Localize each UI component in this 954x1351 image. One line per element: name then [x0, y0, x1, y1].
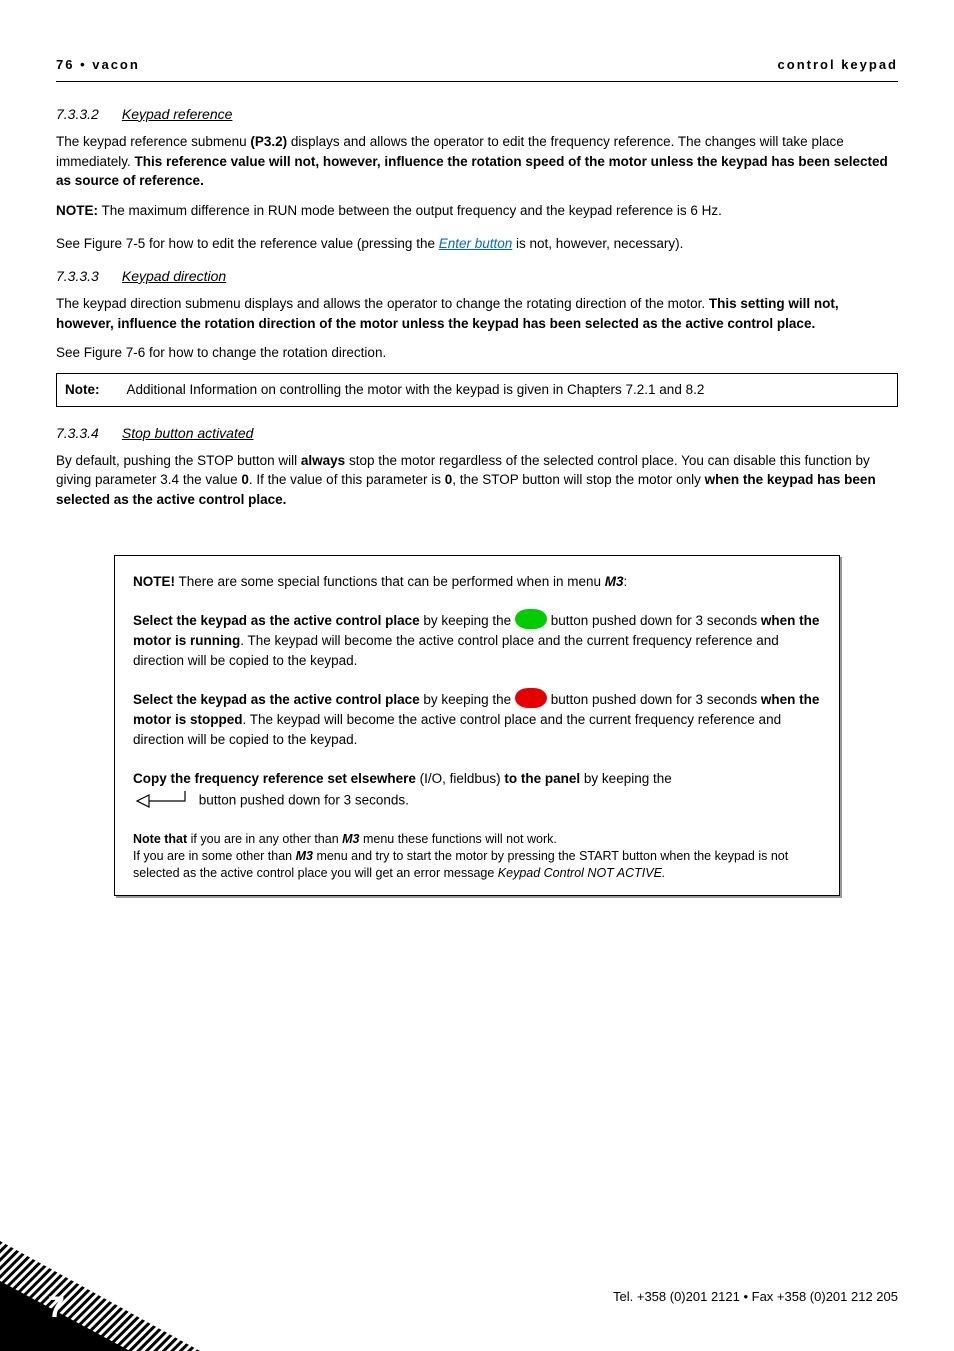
- section-title: Keypad direction: [122, 268, 226, 284]
- box-line-4: Copy the frequency reference set elsewhe…: [133, 769, 821, 813]
- box-line-1: NOTE! There are some special functions t…: [133, 572, 821, 592]
- s1-note: NOTE: The maximum difference in RUN mode…: [56, 201, 898, 221]
- chapter-number: 7: [48, 1286, 65, 1330]
- section-number: 7.3.3.3: [56, 266, 118, 286]
- special-functions-note-box: NOTE! There are some special functions t…: [114, 555, 840, 896]
- footer-contact: Tel. +358 (0)201 2121 • Fax +358 (0)201 …: [613, 1288, 898, 1307]
- enter-arrow-icon: [135, 789, 189, 813]
- section-number: 7.3.3.2: [56, 104, 118, 124]
- start-button-icon: [515, 609, 547, 629]
- section-title: Stop button activated: [122, 425, 254, 441]
- s3-paragraph-1: By default, pushing the STOP button will…: [56, 451, 898, 510]
- box-line-56: Note that if you are in any other than M…: [133, 831, 821, 882]
- header-rule: [56, 81, 898, 82]
- stop-button-icon: [515, 688, 547, 708]
- box-line-3: Select the keypad as the active control …: [133, 690, 821, 751]
- note-label: Note:: [57, 373, 119, 406]
- header-right: control keypad: [778, 56, 898, 75]
- footer-corner-decoration: [0, 1241, 200, 1351]
- enter-button-link[interactable]: Enter button: [439, 236, 513, 251]
- s1-paragraph-1: The keypad reference submenu (P3.2) disp…: [56, 132, 898, 191]
- box-line-2: Select the keypad as the active control …: [133, 611, 821, 672]
- s2-paragraph-1: The keypad direction submenu displays an…: [56, 294, 898, 333]
- section-7333-heading: 7.3.3.3 Keypad direction: [56, 266, 898, 286]
- note-callout: Note: Additional Information on controll…: [56, 373, 898, 407]
- section-title: Keypad reference: [122, 106, 233, 122]
- section-7334-heading: 7.3.3.4 Stop button activated: [56, 423, 898, 443]
- s1-paragraph-2: See Figure 7-5 for how to edit the refer…: [56, 234, 898, 254]
- section-7332-heading: 7.3.3.2 Keypad reference: [56, 104, 898, 124]
- page-header: 76 • vacon control keypad: [56, 56, 898, 75]
- header-left: 76 • vacon: [56, 56, 140, 75]
- section-number: 7.3.3.4: [56, 423, 118, 443]
- page-footer: Tel. +358 (0)201 2121 • Fax +358 (0)201 …: [0, 1241, 954, 1351]
- s2-paragraph-2: See Figure 7-6 for how to change the rot…: [56, 343, 898, 363]
- note-text: Additional Information on controlling th…: [119, 373, 898, 406]
